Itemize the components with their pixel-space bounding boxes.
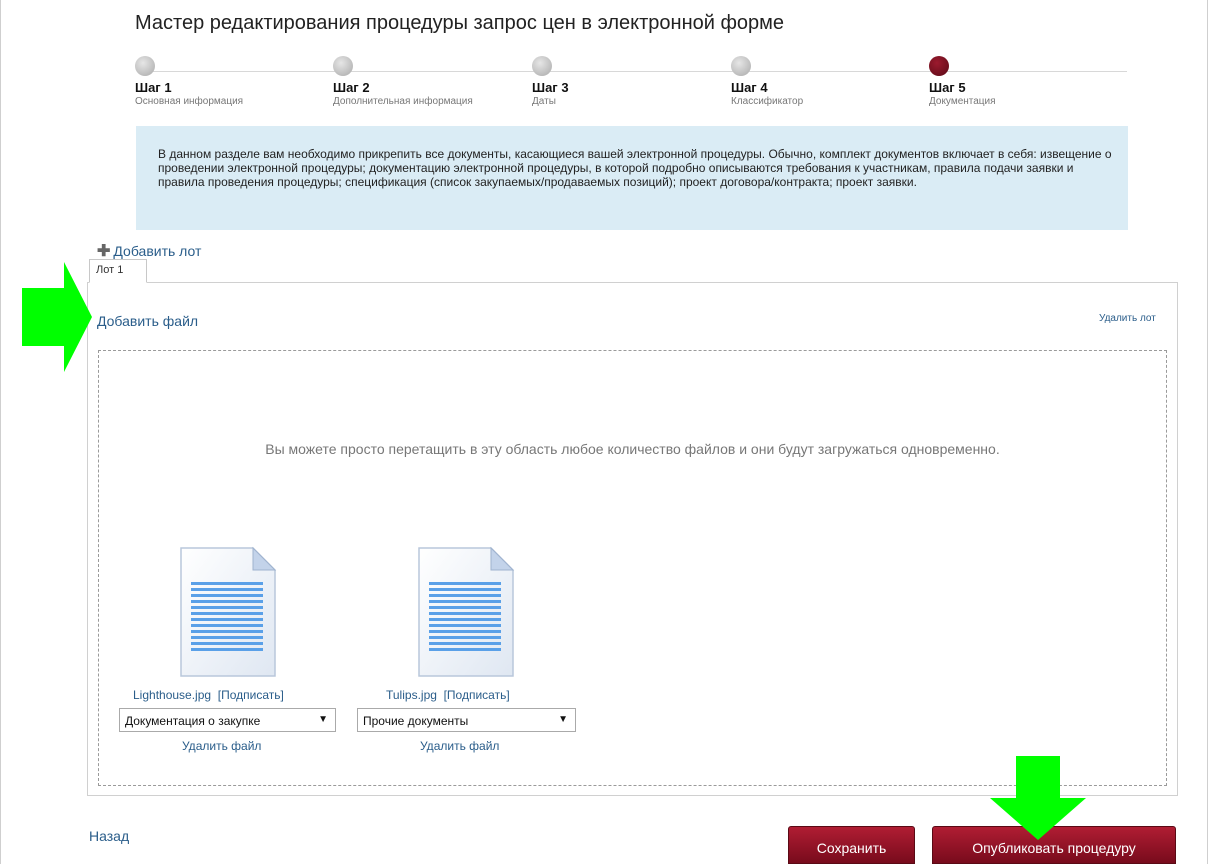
info-box: В данном разделе вам необходимо прикрепи… xyxy=(136,126,1128,230)
file-category-value: Документация о закупке xyxy=(125,714,261,728)
window-border-left xyxy=(0,0,1,864)
delete-lot-link[interactable]: Удалить лот xyxy=(1099,313,1156,324)
step-desc: Даты xyxy=(532,96,556,107)
document-file-icon[interactable] xyxy=(177,546,277,678)
save-button[interactable]: Сохранить xyxy=(788,826,915,864)
window-border-right xyxy=(1207,0,1208,864)
step-dot-icon xyxy=(731,56,751,76)
sign-file-link[interactable]: [Подписать] xyxy=(218,688,284,702)
dropdown-caret-icon: ▼ xyxy=(318,714,328,725)
step-desc: Дополнительная информация xyxy=(333,96,473,107)
page-title: Мастер редактирования процедуры запрос ц… xyxy=(135,12,785,34)
add-file-link[interactable]: Добавить файл xyxy=(97,313,198,329)
back-link[interactable]: Назад xyxy=(89,828,129,844)
step-dot-active-icon xyxy=(929,56,949,76)
step-2[interactable]: Шаг 2 Дополнительная информация xyxy=(333,56,513,107)
file-name-link[interactable]: Tulips.jpg xyxy=(386,688,437,702)
tab-lot-1[interactable]: Лот 1 xyxy=(89,259,147,283)
step-name: Шаг 2 xyxy=(333,80,370,95)
annotation-arrow-right-icon xyxy=(22,262,92,372)
add-lot-label: Добавить лот xyxy=(113,243,202,259)
step-dot-icon xyxy=(532,56,552,76)
dropzone-hint: Вы можете просто перетащить в эту област… xyxy=(265,441,1000,457)
wizard-stepper: Шаг 1 Основная информация Шаг 2 Дополнит… xyxy=(135,56,1127,120)
step-name: Шаг 3 xyxy=(532,80,569,95)
file-2-links: Tulips.jpg [Подписать] xyxy=(386,688,510,702)
file-category-select[interactable]: Документация о закупке ▼ xyxy=(119,708,336,732)
publish-button[interactable]: Опубликовать процедуру xyxy=(932,826,1176,864)
step-desc: Основная информация xyxy=(135,96,244,107)
step-dot-icon xyxy=(135,56,155,76)
sign-file-link[interactable]: [Подписать] xyxy=(444,688,510,702)
step-desc: Классификатор xyxy=(731,96,804,107)
file-category-select[interactable]: Прочие документы ▼ xyxy=(357,708,576,732)
file-category-value: Прочие документы xyxy=(363,714,469,728)
document-file-icon[interactable] xyxy=(415,546,515,678)
plus-icon: ✚ xyxy=(97,243,111,260)
step-dot-icon xyxy=(333,56,353,76)
dropdown-caret-icon: ▼ xyxy=(558,714,568,725)
step-1[interactable]: Шаг 1 Основная информация xyxy=(135,56,315,107)
step-name: Шаг 1 xyxy=(135,80,172,95)
file-name-link[interactable]: Lighthouse.jpg xyxy=(133,688,211,702)
delete-file-link[interactable]: Удалить файл xyxy=(182,739,261,753)
step-desc: Документация xyxy=(929,96,996,107)
file-1-links: Lighthouse.jpg [Подписать] xyxy=(133,688,284,702)
step-name: Шаг 5 xyxy=(929,80,966,95)
step-5[interactable]: Шаг 5 Документация xyxy=(929,56,1109,107)
add-lot-link[interactable]: ✚ Добавить лот xyxy=(97,241,201,261)
step-3[interactable]: Шаг 3 Даты xyxy=(532,56,712,107)
delete-file-link[interactable]: Удалить файл xyxy=(420,739,499,753)
step-name: Шаг 4 xyxy=(731,80,768,95)
step-4[interactable]: Шаг 4 Классификатор xyxy=(731,56,911,107)
